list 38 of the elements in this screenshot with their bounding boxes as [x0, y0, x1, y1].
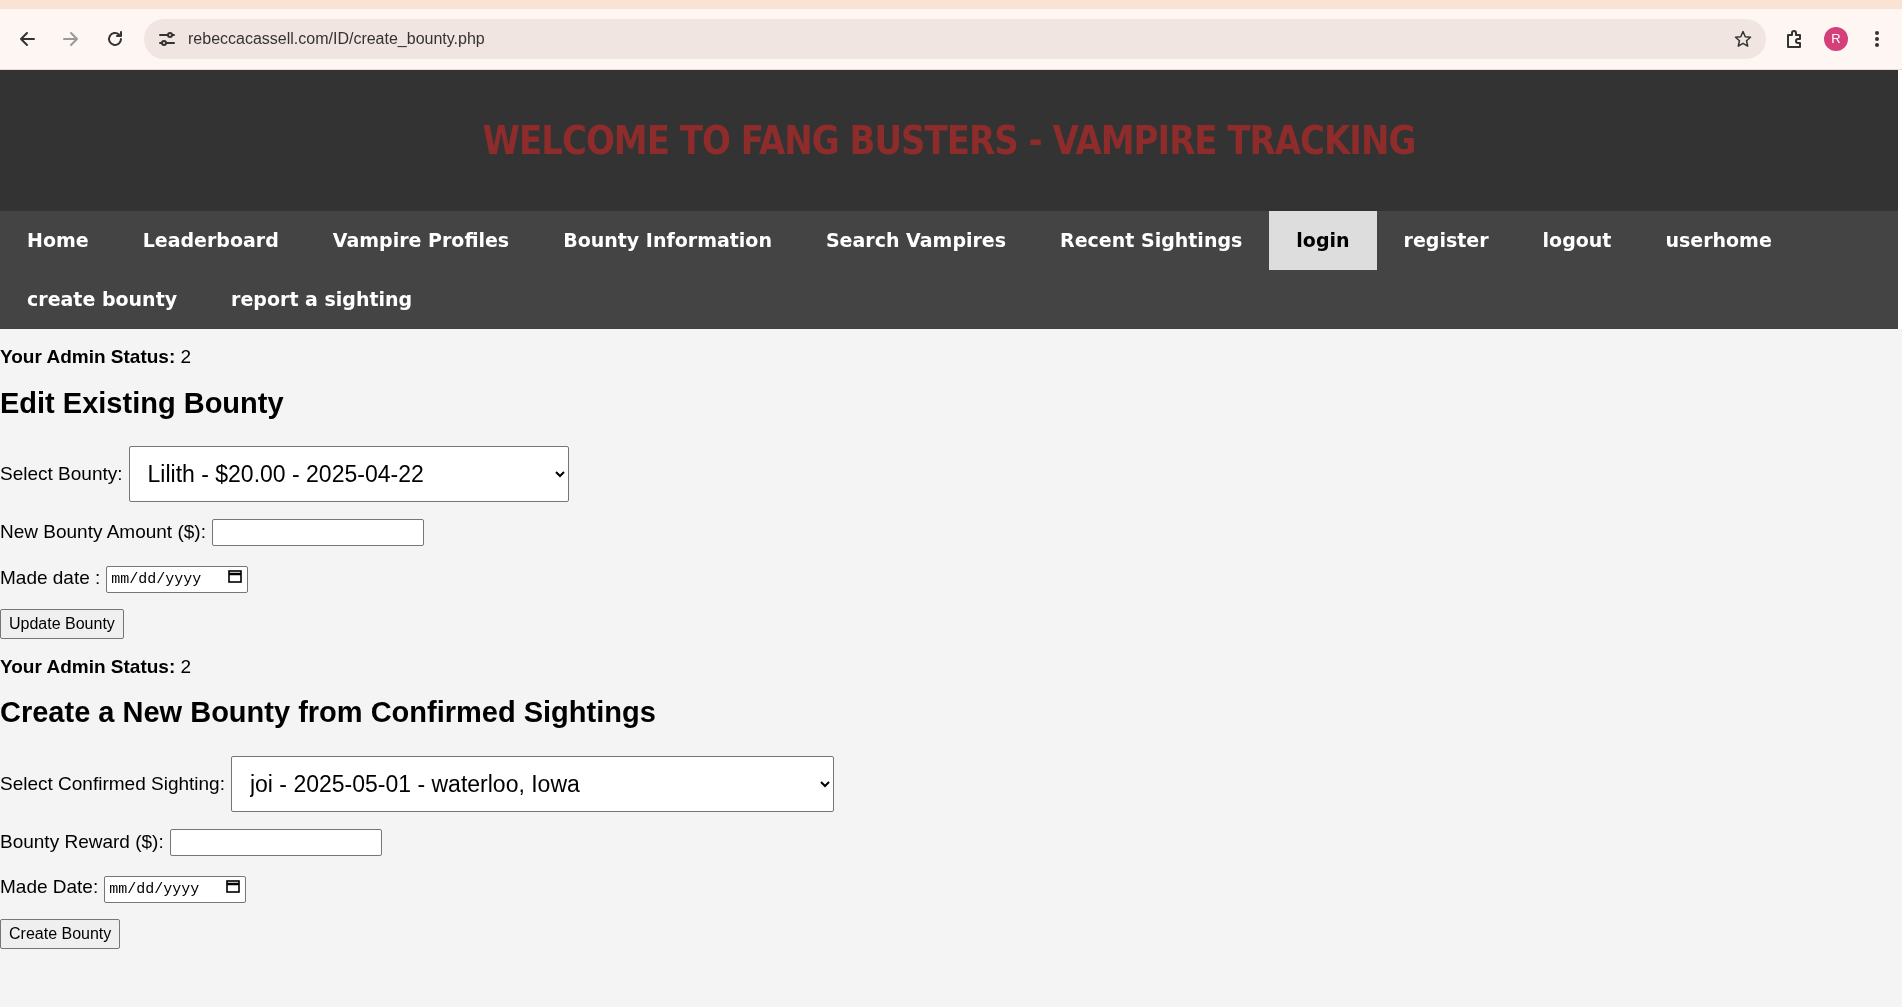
nav-link[interactable]: Leaderboard: [115, 211, 306, 270]
field-label: Bounty Reward ($):: [0, 830, 164, 855]
date-field[interactable]: mm/dd/yyyy: [104, 875, 247, 903]
nav-link[interactable]: Vampire Profiles: [305, 211, 537, 270]
field-label: Made date :: [0, 565, 101, 590]
nav-link[interactable]: login: [1269, 211, 1377, 270]
nav-link[interactable]: register: [1376, 211, 1516, 270]
section-heading: Edit Existing Bounty: [0, 385, 285, 421]
url-text: rebeccacassell.com/ID/create_bounty.php: [188, 29, 485, 49]
input-field[interactable]: [211, 519, 424, 547]
field-label: New Bounty Amount ($):: [0, 520, 206, 545]
site-settings-icon[interactable]: [158, 31, 176, 47]
admin-status: Your Admin Status: 2: [0, 654, 193, 679]
select-field[interactable]: joi - 2025-05-01 - waterloo, Iowa: [230, 756, 834, 813]
input-field[interactable]: [169, 828, 382, 856]
star-icon[interactable]: [1734, 30, 1752, 48]
nav-link[interactable]: Home: [0, 211, 116, 270]
submit-button[interactable]: Update Bounty: [0, 608, 124, 639]
field-label: Select Bounty:: [0, 462, 123, 487]
profile-avatar[interactable]: R: [1824, 27, 1848, 51]
nav-link[interactable]: Recent Sightings: [1033, 211, 1270, 270]
nav-link[interactable]: create bounty: [0, 270, 205, 329]
address-bar[interactable]: rebeccacassell.com/ID/create_bounty.php: [144, 19, 1766, 59]
select-field[interactable]: Lilith - $20.00 - 2025-04-22: [128, 446, 569, 503]
admin-status: Your Admin Status: 2: [0, 345, 193, 369]
field-label: Select Confirmed Sighting:: [0, 771, 225, 796]
section-heading: Create a New Bounty from Confirmed Sightings: [0, 695, 657, 731]
date-field[interactable]: mm/dd/yyyy: [106, 565, 249, 593]
nav-link[interactable]: Bounty Information: [536, 211, 799, 270]
calendar-icon[interactable]: [226, 878, 241, 893]
nav-link[interactable]: userhome: [1638, 211, 1799, 270]
site-title: WELCOME TO FANG BUSTERS - VAMPIRE TRACKING: [482, 115, 1416, 165]
submit-button[interactable]: Create Bounty: [0, 918, 121, 949]
nav-link[interactable]: logout: [1515, 211, 1639, 270]
nav-link[interactable]: Search Vampires: [798, 211, 1034, 270]
field-label: Made Date:: [0, 875, 99, 900]
calendar-icon[interactable]: [228, 568, 243, 583]
nav-link[interactable]: report a sighting: [204, 270, 440, 329]
